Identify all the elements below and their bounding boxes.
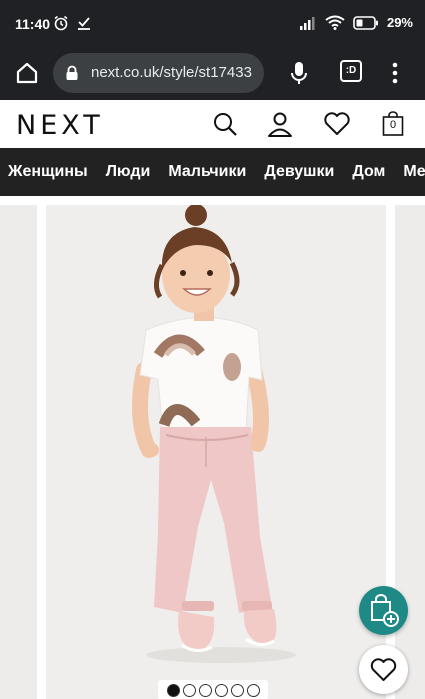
gallery-pagination <box>158 680 268 699</box>
site-header: NEXT 0 <box>0 100 425 148</box>
nav-item-more[interactable]: Ме <box>403 148 425 196</box>
product-image[interactable] <box>46 205 386 699</box>
search-icon[interactable] <box>212 111 238 137</box>
more-options-icon[interactable] <box>390 58 400 88</box>
microphone-icon[interactable] <box>287 58 311 88</box>
pagination-dot[interactable] <box>214 683 228 697</box>
nav-item-home[interactable]: Дом <box>352 148 385 196</box>
account-icon[interactable] <box>267 111 293 137</box>
address-bar[interactable]: next.co.uk/style/st17433 <box>53 53 264 93</box>
shopping-bag-button[interactable]: 0 <box>382 111 404 137</box>
pagination-dot[interactable] <box>198 683 212 697</box>
signal-icon <box>299 16 315 30</box>
bag-add-icon <box>371 594 399 627</box>
add-to-bag-button[interactable] <box>359 586 408 635</box>
next-logo[interactable]: NEXT <box>16 110 104 141</box>
browser-toolbar: next.co.uk/style/st17433 :D <box>0 48 425 100</box>
pagination-dot[interactable] <box>182 683 196 697</box>
battery-icon <box>353 15 378 30</box>
url-text: next.co.uk/style/st17433 <box>91 64 252 81</box>
bag-count: 0 <box>389 119 397 131</box>
home-icon[interactable] <box>12 58 42 88</box>
wifi-icon <box>325 15 345 30</box>
alarm-icon <box>54 15 68 31</box>
lock-icon <box>66 65 78 80</box>
battery-percent: 29% <box>386 15 413 30</box>
pagination-dot[interactable] <box>246 683 260 697</box>
heart-icon <box>370 658 397 681</box>
add-to-favourites-button[interactable] <box>359 645 408 694</box>
favourites-icon[interactable] <box>323 111 351 137</box>
previous-image-peek[interactable] <box>0 205 37 699</box>
tab-switcher-button[interactable]: :D <box>340 60 362 82</box>
download-done-icon <box>78 17 90 30</box>
pagination-dot[interactable] <box>166 683 180 697</box>
status-bar: 11:40 29% <box>0 0 425 48</box>
status-time: 11:40 <box>15 16 51 32</box>
category-nav: Женщины Люди Мальчики Девушки Дом Ме <box>0 148 425 196</box>
pagination-dot[interactable] <box>230 683 244 697</box>
nav-item-boys[interactable]: Мальчики <box>168 148 246 196</box>
nav-item-women[interactable]: Женщины <box>8 148 88 196</box>
nav-item-girls[interactable]: Девушки <box>264 148 334 196</box>
nav-item-people[interactable]: Люди <box>106 148 151 196</box>
product-photo-child <box>132 205 296 663</box>
